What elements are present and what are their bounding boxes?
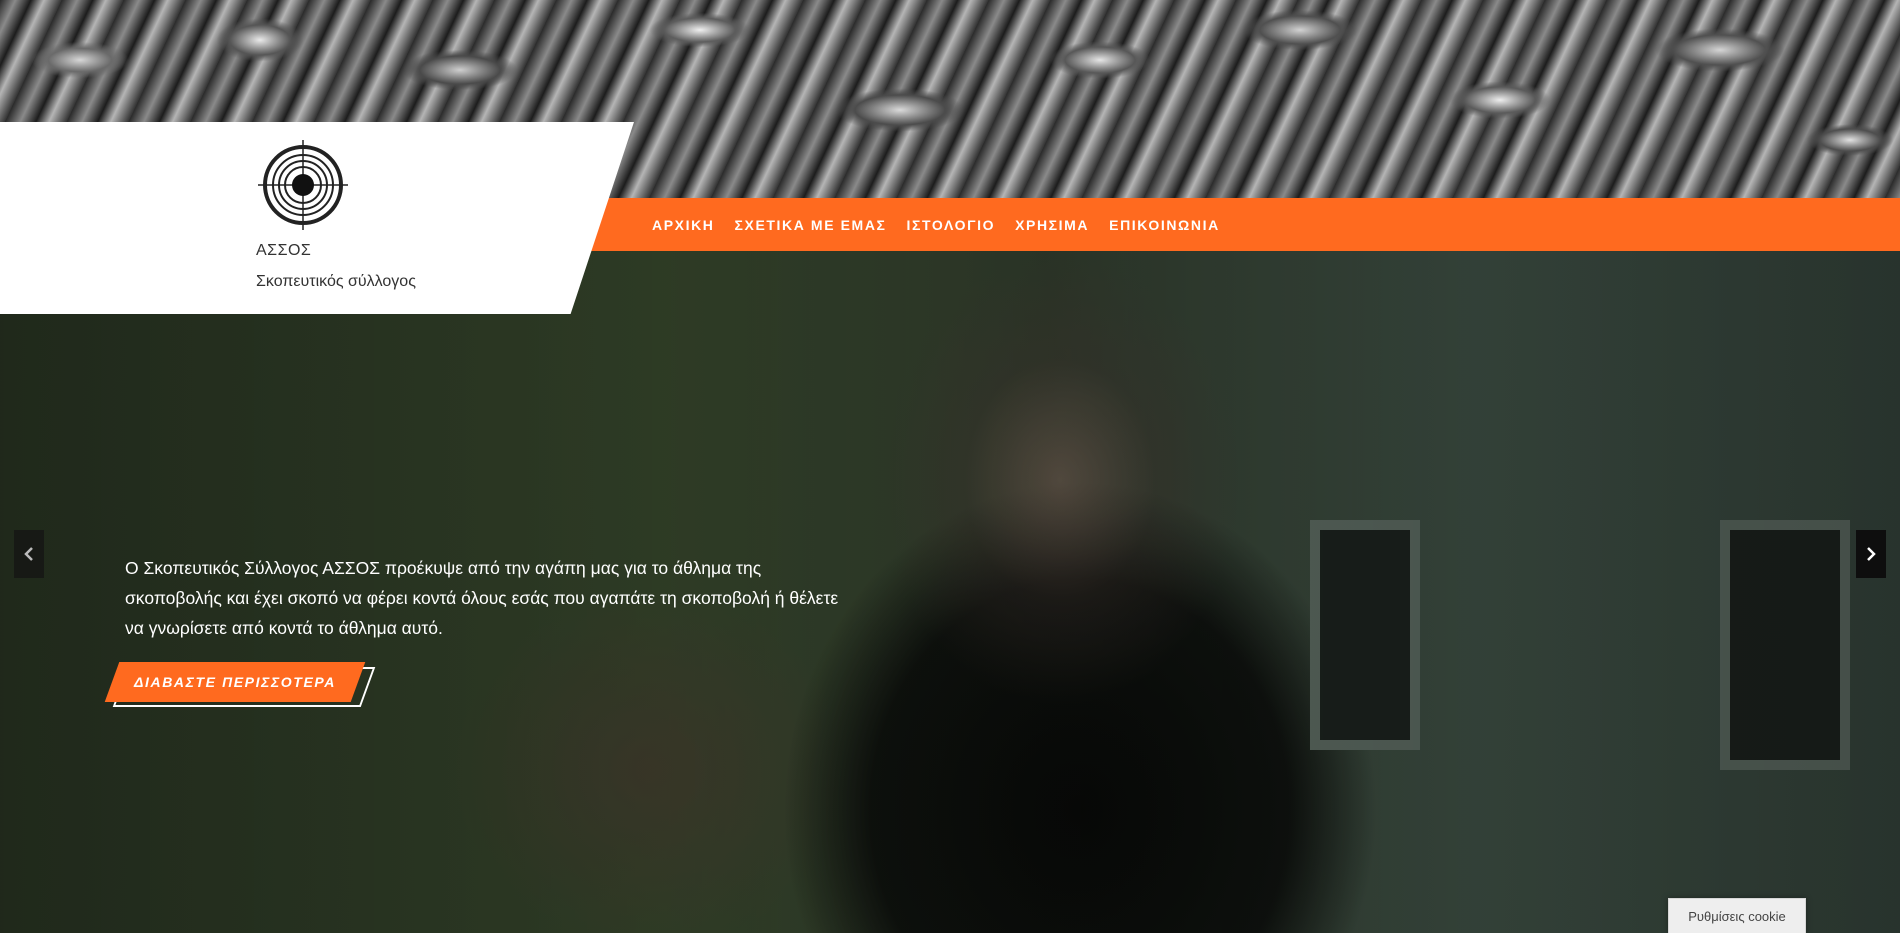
read-more-label: ΔΙΑΒΑΣΤΕ ΠΕΡΙΣΣΟΤΕΡΑ	[134, 674, 336, 690]
read-more-button[interactable]: ΔΙΑΒΑΣΤΕ ΠΕΡΙΣΣΟΤΕΡΑ	[104, 662, 366, 702]
nav-item-home[interactable]: ΑΡΧΙΚΗ	[652, 217, 715, 233]
target-icon[interactable]	[258, 140, 348, 230]
chevron-left-icon	[24, 547, 33, 561]
hero-description: Ο Σκοπευτικός Σύλλογος ΑΣΣΟΣ προέκυψε απ…	[125, 558, 839, 638]
main-nav: ΑΡΧΙΚΗ ΣΧΕΤΙΚΑ ΜΕ ΕΜΑΣ ΙΣΤΟΛΟΓΙΟ ΧΡΗΣΙΜΑ…	[580, 198, 1900, 251]
nav-item-about[interactable]: ΣΧΕΤΙΚΑ ΜΕ ΕΜΑΣ	[735, 217, 887, 233]
brand-name[interactable]: ΑΣΣΟΣ	[256, 242, 311, 260]
nav-item-useful[interactable]: ΧΡΗΣΙΜΑ	[1015, 217, 1089, 233]
slider-prev-button[interactable]	[14, 530, 44, 578]
nav-item-contact[interactable]: ΕΠΙΚΟΙΝΩΝΙΑ	[1109, 217, 1220, 233]
read-more-cta: ΔΙΑΒΑΣΤΕ ΠΕΡΙΣΣΟΤΕΡΑ	[104, 662, 376, 708]
slider-next-button[interactable]	[1856, 530, 1886, 578]
nav-item-blog[interactable]: ΙΣΤΟΛΟΓΙΟ	[907, 217, 996, 233]
page: ΑΡΧΙΚΗ ΣΧΕΤΙΚΑ ΜΕ ΕΜΑΣ ΙΣΤΟΛΟΓΙΟ ΧΡΗΣΙΜΑ…	[0, 0, 1900, 933]
brand-tagline: Σκοπευτικός σύλλογος	[256, 273, 416, 290]
cookie-settings-button[interactable]: Ρυθμίσεις cookie	[1668, 898, 1806, 933]
chevron-right-icon	[1867, 547, 1876, 561]
